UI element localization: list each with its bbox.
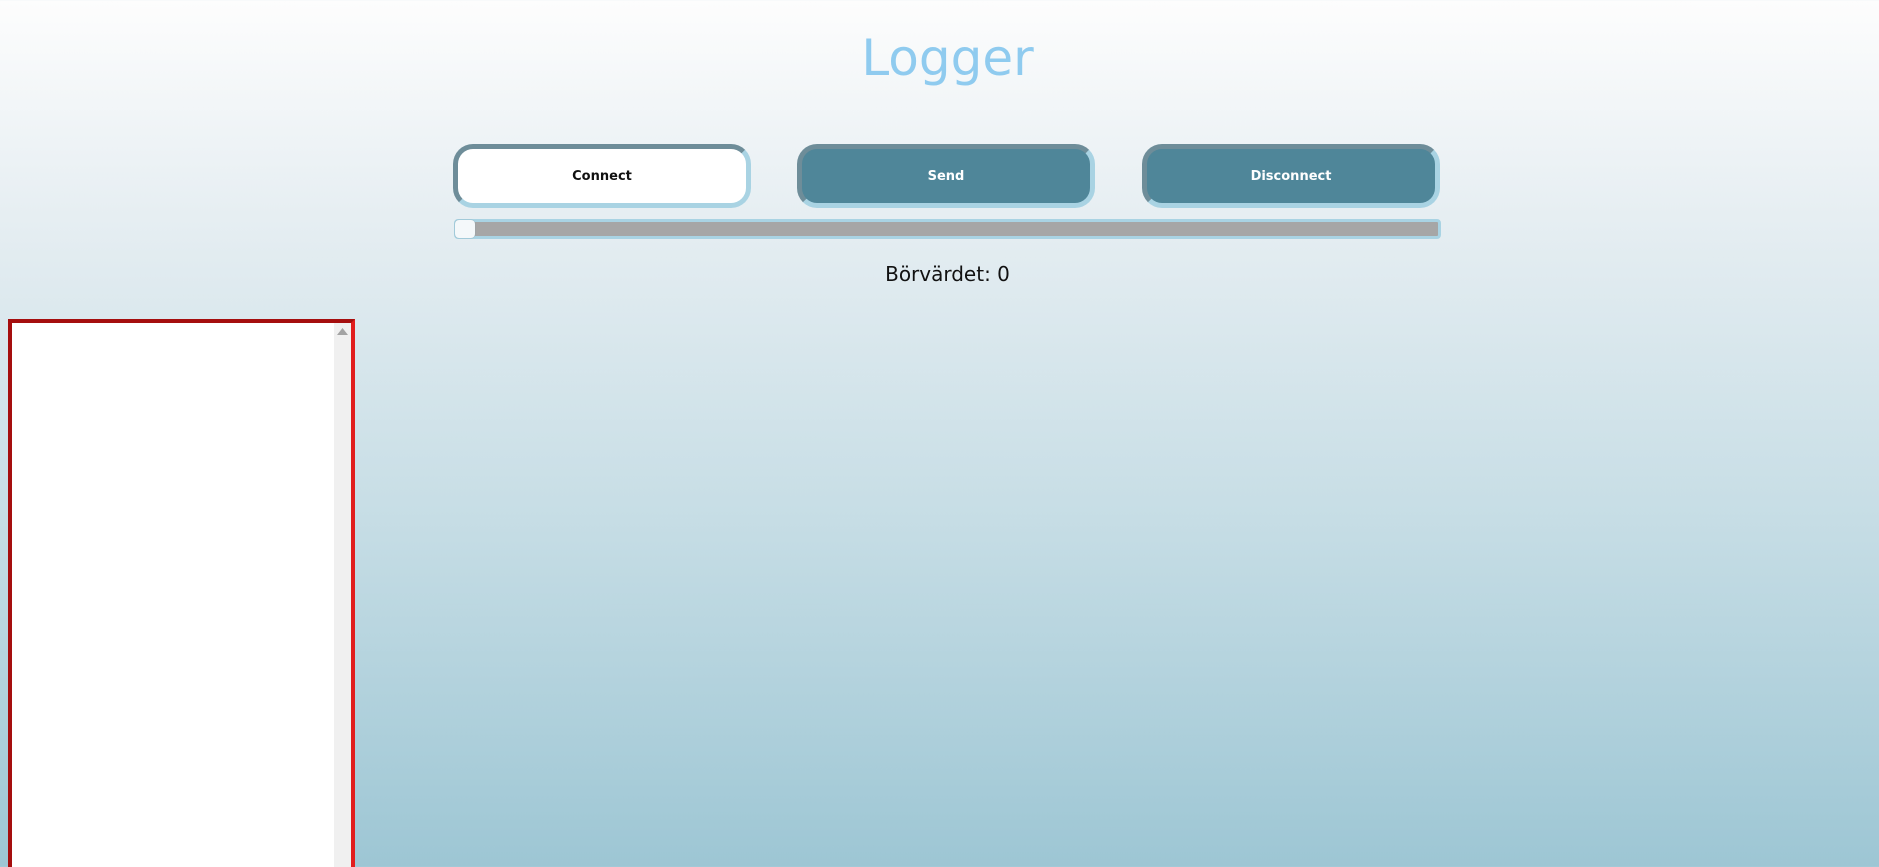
slider-thumb[interactable]: [455, 220, 475, 238]
connect-button[interactable]: Connect: [453, 144, 751, 208]
send-button[interactable]: Send: [797, 144, 1095, 208]
log-textarea[interactable]: [12, 323, 334, 867]
page-title: Logger: [861, 29, 1034, 87]
scroll-up-arrow-icon[interactable]: [334, 323, 351, 340]
setpoint-slider[interactable]: [454, 219, 1441, 239]
setpoint-label: Börvärdet: 0: [885, 262, 1010, 286]
log-scrollbar[interactable]: [334, 323, 351, 867]
disconnect-button[interactable]: Disconnect: [1142, 144, 1440, 208]
log-panel: [8, 319, 355, 867]
